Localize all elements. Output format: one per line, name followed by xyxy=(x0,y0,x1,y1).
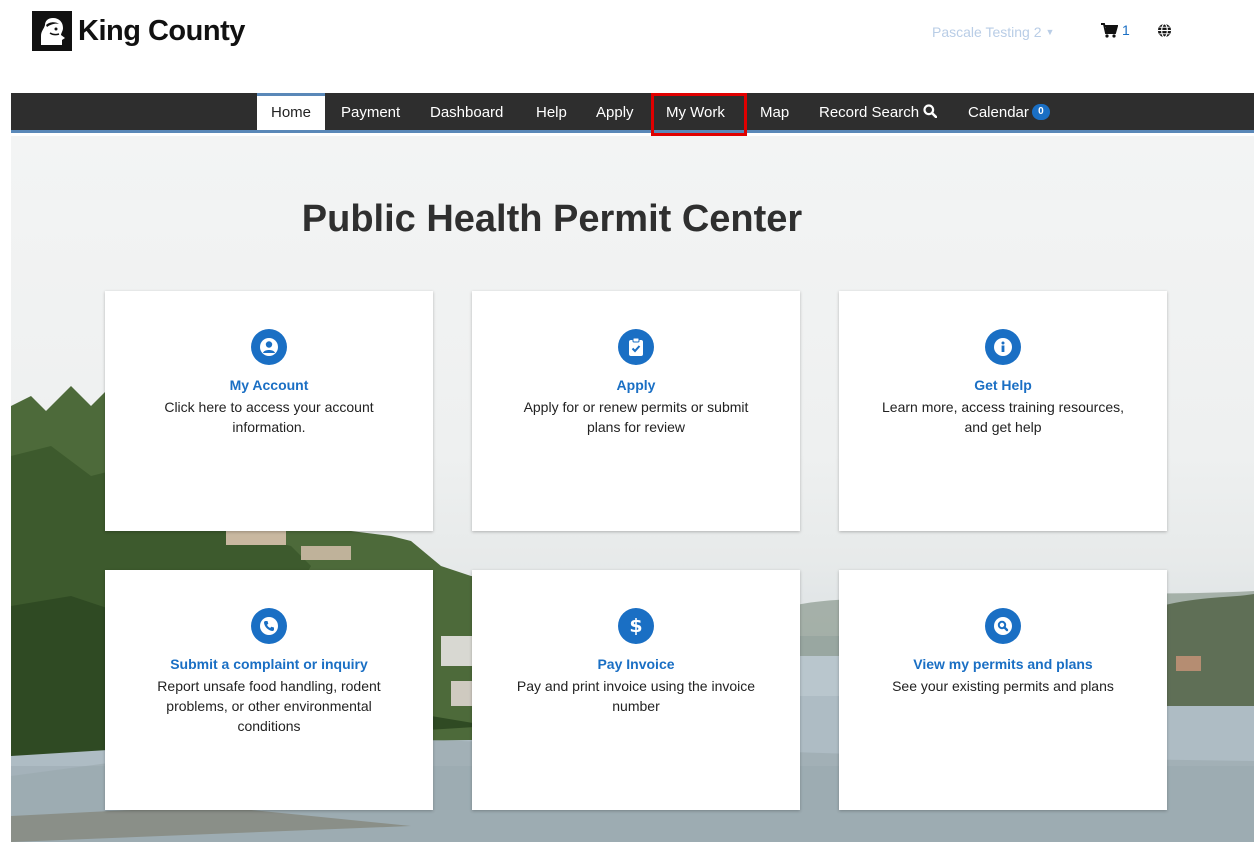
nav-my-work[interactable]: My Work xyxy=(666,93,725,130)
nav-home-label: Home xyxy=(270,104,311,121)
main-nav: Home Payment Dashboard Help Apply My Wor… xyxy=(11,93,1254,133)
card-title: View my permits and plans xyxy=(913,656,1093,672)
nav-apply[interactable]: Apply xyxy=(596,93,634,130)
card-title: My Account xyxy=(229,377,309,393)
card-my-account[interactable]: My Account Click here to access your acc… xyxy=(105,291,433,531)
card-pay-invoice[interactable]: $ Pay Invoice Pay and print invoice usin… xyxy=(472,570,800,810)
nav-help[interactable]: Help xyxy=(536,93,567,130)
nav-apply-label: Apply xyxy=(596,104,634,121)
card-description: Pay and print invoice using the invoice … xyxy=(516,678,756,714)
king-county-logo-icon xyxy=(32,11,72,51)
nav-dashboard[interactable]: Dashboard xyxy=(430,93,503,130)
info-icon xyxy=(985,329,1021,365)
card-description: See your existing permits and plans xyxy=(892,678,1114,694)
card-description: Report unsafe food handling, rodent prob… xyxy=(157,678,381,734)
phone-icon xyxy=(251,608,287,644)
card-submit-complaint[interactable]: Submit a complaint or inquiry Report uns… xyxy=(105,570,433,810)
king-county-logo[interactable]: King County xyxy=(32,11,245,51)
nav-map-label: Map xyxy=(760,104,790,121)
nav-help-label: Help xyxy=(536,104,567,121)
cart-count: 1 xyxy=(1122,22,1130,38)
card-apply[interactable]: Apply Apply for or renew permits or subm… xyxy=(472,291,800,531)
card-get-help[interactable]: Get Help Learn more, access training res… xyxy=(839,291,1167,531)
card-description: Learn more, access training resources, a… xyxy=(882,399,1124,435)
nav-dashboard-label: Dashboard xyxy=(430,104,504,121)
nav-map[interactable]: Map xyxy=(760,93,789,130)
page-title: Public Health Permit Center xyxy=(301,198,803,240)
dollar-icon: $ xyxy=(618,608,654,644)
nav-record-search[interactable]: Record Search xyxy=(819,93,938,130)
card-description: Click here to access your account inform… xyxy=(164,399,374,435)
clipboard-check-icon xyxy=(618,329,654,365)
card-view-permits[interactable]: View my permits and plans See your exist… xyxy=(839,570,1167,810)
nav-home[interactable]: Home xyxy=(257,93,325,130)
card-title: Get Help xyxy=(974,377,1032,393)
chevron-down-icon: ▼ xyxy=(1045,27,1055,37)
search-icon xyxy=(985,608,1021,644)
card-title: Submit a complaint or inquiry xyxy=(170,656,368,672)
calendar-badge: 0 xyxy=(1031,104,1050,121)
nav-payment[interactable]: Payment xyxy=(341,93,400,130)
globe-icon[interactable] xyxy=(1157,23,1172,38)
card-title: Pay Invoice xyxy=(597,656,675,672)
nav-calendar-label: Calendar xyxy=(968,104,1029,121)
user-icon xyxy=(251,329,287,365)
user-name: Pascale Testing 2 xyxy=(932,24,1042,40)
nav-payment-label: Payment xyxy=(341,104,401,121)
nav-record-search-label: Record Search xyxy=(819,104,920,121)
search-icon xyxy=(923,104,938,119)
card-title: Apply xyxy=(616,377,656,393)
header: King County Pascale Testing 2 ▼ 1 xyxy=(0,0,1254,92)
cart-button[interactable]: 1 xyxy=(1101,22,1130,38)
logo-text: King County xyxy=(78,14,245,47)
nav-my-work-label: My Work xyxy=(666,104,725,121)
user-menu[interactable]: Pascale Testing 2 ▼ xyxy=(932,24,1054,40)
cart-icon xyxy=(1101,22,1118,38)
nav-calendar[interactable]: Calendar 0 xyxy=(968,93,1050,130)
card-description: Apply for or renew permits or submit pla… xyxy=(523,399,749,435)
